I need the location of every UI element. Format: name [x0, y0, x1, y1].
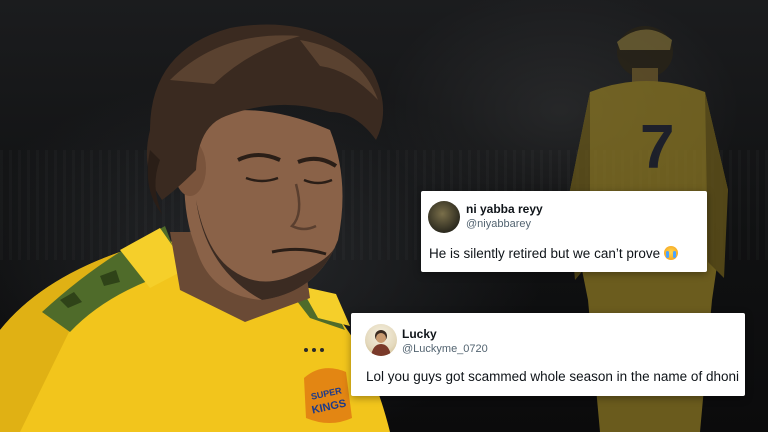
- tweet-text: He is silently retired but we can’t prov…: [429, 246, 679, 261]
- tweet-display-name[interactable]: ni yabba reyy: [466, 202, 543, 216]
- tweet-text-content: He is silently retired but we can’t prov…: [429, 246, 661, 261]
- cartoon-avatar-icon: [371, 330, 391, 356]
- tweet-display-name[interactable]: Lucky: [402, 327, 437, 341]
- loudly-crying-face-icon: [664, 246, 679, 260]
- tweet-text: Lol you guys got scammed whole season in…: [366, 369, 739, 384]
- tweet-handle[interactable]: @Luckyme_0720: [402, 343, 488, 355]
- tweet-card[interactable]: Lucky @Luckyme_0720 Lol you guys got sca…: [351, 313, 745, 396]
- back-number: 7: [640, 113, 674, 182]
- tweet-handle[interactable]: @niyabbarey: [466, 218, 531, 230]
- tweet-card[interactable]: ni yabba reyy @niyabbarey He is silently…: [421, 191, 707, 272]
- super-kings-logo: SUPER KINGS: [304, 368, 352, 423]
- avatar[interactable]: [365, 324, 397, 356]
- player-main-figure: SUPER KINGS: [0, 24, 390, 432]
- avatar[interactable]: [428, 201, 460, 233]
